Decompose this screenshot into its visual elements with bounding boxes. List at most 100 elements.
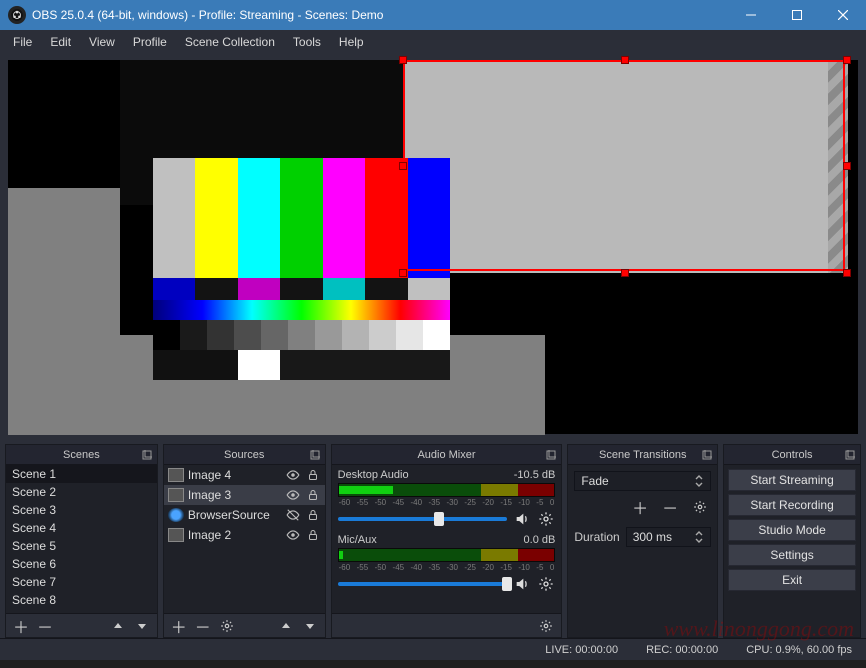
scenes-move-up-button[interactable] bbox=[107, 616, 129, 636]
speaker-icon[interactable] bbox=[513, 575, 531, 593]
menu-scene-collection[interactable]: Scene Collection bbox=[176, 32, 284, 52]
sources-move-up-button[interactable] bbox=[275, 616, 297, 636]
status-bar: LIVE: 00:00:00 REC: 00:00:00 CPU: 0.9%, … bbox=[0, 638, 866, 660]
source-lock-toggle[interactable] bbox=[305, 469, 321, 481]
transition-properties-button[interactable] bbox=[689, 497, 711, 517]
selection-handle-ne[interactable] bbox=[843, 56, 851, 64]
source-visibility-toggle[interactable] bbox=[285, 468, 301, 482]
spinner-icon bbox=[694, 474, 704, 488]
image-icon bbox=[168, 528, 184, 542]
transition-add-button[interactable]: ＋ bbox=[629, 497, 651, 517]
selection-bounding-box[interactable] bbox=[403, 60, 845, 271]
dock-sources: Sources Image 4Image 3BrowserSourceImage… bbox=[163, 444, 326, 638]
mixer-fader[interactable] bbox=[338, 582, 508, 586]
selection-handle-sw[interactable] bbox=[399, 269, 407, 277]
preview-canvas[interactable] bbox=[8, 60, 858, 434]
mixer-fader-knob[interactable] bbox=[502, 577, 512, 591]
source-item[interactable]: Image 2 bbox=[164, 525, 325, 545]
selection-handle-e[interactable] bbox=[843, 162, 851, 170]
status-live: LIVE: 00:00:00 bbox=[545, 644, 618, 656]
selection-handle-n[interactable] bbox=[621, 56, 629, 64]
start-recording-button[interactable]: Start Recording bbox=[728, 494, 856, 516]
scenes-add-button[interactable]: ＋ bbox=[10, 616, 32, 636]
transition-duration-spinbox[interactable]: 300 ms bbox=[626, 527, 711, 547]
mixer-ticks: -60-55-50-45-40-35-30-25-20-15-10-50 bbox=[338, 563, 556, 572]
dock-transitions-header[interactable]: Scene Transitions bbox=[568, 445, 717, 465]
menu-help[interactable]: Help bbox=[330, 32, 373, 52]
dock-controls-header[interactable]: Controls bbox=[724, 445, 860, 465]
dock-mixer-header[interactable]: Audio Mixer bbox=[332, 445, 562, 465]
transition-select[interactable]: Fade bbox=[574, 471, 711, 491]
dock-popout-icon[interactable] bbox=[544, 448, 558, 462]
source-item[interactable]: Image 3 bbox=[164, 485, 325, 505]
scene-item[interactable]: Scene 6 bbox=[6, 555, 157, 573]
dock-controls: Controls Start Streaming Start Recording… bbox=[723, 444, 861, 638]
dock-mixer-title: Audio Mixer bbox=[417, 449, 475, 461]
menu-file[interactable]: File bbox=[4, 32, 41, 52]
scene-item[interactable]: Scene 3 bbox=[6, 501, 157, 519]
source-visibility-toggle[interactable] bbox=[285, 508, 301, 522]
source-item-label: Image 2 bbox=[188, 528, 281, 542]
selection-handle-nw[interactable] bbox=[399, 56, 407, 64]
sources-move-down-button[interactable] bbox=[299, 616, 321, 636]
mixer-fader[interactable] bbox=[338, 517, 508, 521]
menu-profile[interactable]: Profile bbox=[124, 32, 176, 52]
gear-icon[interactable] bbox=[537, 575, 555, 593]
scene-item[interactable]: Scene 7 bbox=[6, 573, 157, 591]
source-visibility-toggle[interactable] bbox=[285, 528, 301, 542]
menu-edit[interactable]: Edit bbox=[41, 32, 80, 52]
sources-properties-button[interactable] bbox=[216, 616, 238, 636]
exit-button[interactable]: Exit bbox=[728, 569, 856, 591]
window-close-button[interactable] bbox=[820, 0, 866, 30]
transition-duration-value: 300 ms bbox=[633, 530, 672, 544]
mixer-body: Desktop Audio-10.5 dB-60-55-50-45-40-35-… bbox=[332, 465, 562, 613]
scenes-list[interactable]: Scene 1Scene 2Scene 3Scene 4Scene 5Scene… bbox=[6, 465, 157, 613]
menu-view[interactable]: View bbox=[80, 32, 124, 52]
selection-handle-s[interactable] bbox=[621, 269, 629, 277]
settings-button[interactable]: Settings bbox=[728, 544, 856, 566]
window-title: OBS 25.0.4 (64-bit, windows) - Profile: … bbox=[32, 8, 728, 22]
mixer-channel: Mic/Aux0.0 dB-60-55-50-45-40-35-30-25-20… bbox=[332, 530, 562, 595]
menu-tools[interactable]: Tools bbox=[284, 32, 330, 52]
scenes-move-down-button[interactable] bbox=[131, 616, 153, 636]
transition-remove-button[interactable]: － bbox=[659, 497, 681, 517]
source-item-label: BrowserSource bbox=[188, 508, 281, 522]
source-item[interactable]: BrowserSource bbox=[164, 505, 325, 525]
gear-icon[interactable] bbox=[537, 510, 555, 528]
source-lock-toggle[interactable] bbox=[305, 529, 321, 541]
selection-handle-se[interactable] bbox=[843, 269, 851, 277]
source-lock-toggle[interactable] bbox=[305, 489, 321, 501]
scene-item[interactable]: Scene 5 bbox=[6, 537, 157, 555]
scene-item[interactable]: Scene 4 bbox=[6, 519, 157, 537]
start-streaming-button[interactable]: Start Streaming bbox=[728, 469, 856, 491]
sources-list[interactable]: Image 4Image 3 BrowserSource Image 2 bbox=[164, 465, 325, 613]
mixer-fader-knob[interactable] bbox=[434, 512, 444, 526]
preview-area bbox=[0, 54, 866, 440]
speaker-icon[interactable] bbox=[513, 510, 531, 528]
source-item[interactable]: Image 4 bbox=[164, 465, 325, 485]
dock-popout-icon[interactable] bbox=[843, 448, 857, 462]
dock-popout-icon[interactable] bbox=[308, 448, 322, 462]
source-visibility-toggle[interactable] bbox=[285, 488, 301, 502]
mixer-channel: Desktop Audio-10.5 dB-60-55-50-45-40-35-… bbox=[332, 465, 562, 530]
dock-controls-title: Controls bbox=[772, 449, 813, 461]
source-lock-toggle[interactable] bbox=[305, 509, 321, 521]
dock-sources-header[interactable]: Sources bbox=[164, 445, 325, 465]
selection-handle-w[interactable] bbox=[399, 162, 407, 170]
scene-item[interactable]: Scene 1 bbox=[6, 465, 157, 483]
window-maximize-button[interactable] bbox=[774, 0, 820, 30]
dock-transitions-title: Scene Transitions bbox=[599, 449, 686, 461]
scenes-remove-button[interactable]: － bbox=[34, 616, 56, 636]
window-minimize-button[interactable] bbox=[728, 0, 774, 30]
mixer-advanced-button[interactable] bbox=[535, 616, 557, 636]
scene-item[interactable]: Scene 2 bbox=[6, 483, 157, 501]
mixer-meter bbox=[338, 483, 556, 497]
sources-remove-button[interactable]: － bbox=[192, 616, 214, 636]
sources-add-button[interactable]: ＋ bbox=[168, 616, 190, 636]
dock-scenes-header[interactable]: Scenes bbox=[6, 445, 157, 465]
scene-item[interactable]: Scene 8 bbox=[6, 591, 157, 609]
dock-popout-icon[interactable] bbox=[700, 448, 714, 462]
studio-mode-button[interactable]: Studio Mode bbox=[728, 519, 856, 541]
obs-logo-icon bbox=[8, 6, 26, 24]
dock-popout-icon[interactable] bbox=[140, 448, 154, 462]
